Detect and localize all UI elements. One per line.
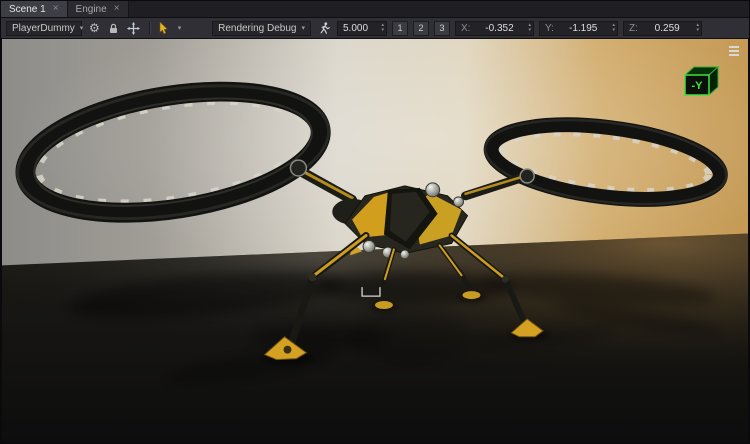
mode-button-2[interactable]: 2 — [413, 21, 429, 36]
tab-engine-label: Engine — [76, 4, 107, 15]
z-spinner[interactable]: ▴ ▾ — [696, 23, 699, 33]
spinner-down-icon[interactable]: ▾ — [612, 28, 615, 33]
tab-close-icon[interactable]: × — [114, 4, 120, 14]
move-tool-button[interactable] — [125, 20, 142, 37]
spinner-down-icon[interactable]: ▾ — [528, 28, 531, 33]
runner-icon — [318, 22, 330, 34]
viewport[interactable]: -Y — [1, 39, 749, 443]
mode-button-3[interactable]: 3 — [434, 21, 450, 36]
cursor-icon — [159, 22, 170, 34]
tab-scene-1-label: Scene 1 — [9, 4, 46, 15]
x-coordinate-field[interactable]: X: -0.352 ▴ ▾ — [455, 21, 534, 36]
tab-engine[interactable]: Engine × — [68, 1, 129, 17]
gizmo-axis-label: -Y — [692, 80, 704, 92]
x-coordinate-value: -0.352 — [485, 23, 513, 34]
entity-dropdown[interactable]: PlayerDummy ▾ — [6, 21, 82, 36]
y-spinner[interactable]: ▴ ▾ — [612, 23, 615, 33]
speed-value: 5.000 — [343, 23, 368, 34]
speed-spinner[interactable]: ▴ ▾ — [381, 23, 384, 33]
z-coordinate-field[interactable]: Z: 0.259 ▴ ▾ — [623, 21, 702, 36]
axis-gizmo[interactable]: -Y — [680, 63, 720, 108]
mode-button-1[interactable]: 1 — [392, 21, 408, 36]
tab-close-icon[interactable]: × — [53, 4, 59, 14]
tab-bar: Scene 1 × Engine × — [1, 1, 749, 18]
gear-icon: ⚙ — [89, 22, 100, 34]
settings-button[interactable]: ⚙ — [87, 20, 102, 37]
entity-dropdown-label: PlayerDummy — [12, 23, 75, 34]
tab-scene-1[interactable]: Scene 1 × — [1, 1, 68, 17]
y-coordinate-field[interactable]: Y: -1.195 ▴ ▾ — [539, 21, 618, 36]
x-spinner[interactable]: ▴ ▾ — [528, 23, 531, 33]
x-coordinate-label: X: — [461, 23, 470, 34]
editor-window: Scene 1 × Engine × PlayerDummy ▾ ⚙ — [0, 0, 750, 444]
toolbar-separator — [149, 22, 150, 34]
z-coordinate-label: Z: — [629, 23, 638, 34]
viewport-3d-scene[interactable] — [2, 39, 748, 442]
select-tool-button[interactable] — [157, 20, 172, 37]
lock-button[interactable] — [107, 20, 120, 37]
chevron-down-icon: ▾ — [80, 24, 84, 32]
main-toolbar: PlayerDummy ▾ ⚙ — [1, 18, 749, 39]
speed-field[interactable]: 5.000 ▴ ▾ — [337, 21, 387, 36]
y-coordinate-value: -1.195 — [569, 23, 597, 34]
move-icon — [127, 22, 140, 35]
y-coordinate-label: Y: — [545, 23, 554, 34]
viewport-menu-icon[interactable] — [727, 44, 741, 58]
rendering-mode-dropdown[interactable]: Rendering Debug ▾ — [212, 21, 311, 36]
spinner-down-icon[interactable]: ▾ — [381, 28, 384, 33]
chevron-down-icon: ▾ — [301, 24, 305, 32]
z-coordinate-value: 0.259 — [655, 23, 680, 34]
rendering-mode-label: Rendering Debug — [218, 23, 296, 34]
speed-run-button[interactable] — [316, 20, 332, 37]
spinner-down-icon[interactable]: ▾ — [696, 28, 699, 33]
lock-icon — [109, 23, 118, 34]
tool-chevron-down-icon[interactable]: ▾ — [177, 24, 183, 32]
